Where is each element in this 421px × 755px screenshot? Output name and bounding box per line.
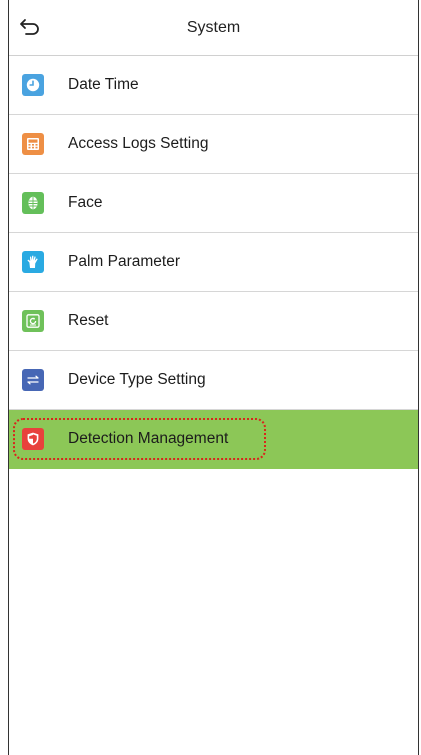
menu-item-palm-parameter[interactable]: Palm Parameter — [9, 233, 418, 292]
menu-item-date-time[interactable]: Date Time — [9, 56, 418, 115]
swap-arrows-icon — [22, 369, 44, 391]
header-bar: System — [9, 0, 418, 56]
screen: System Date Time Access Logs Setting Fac… — [8, 0, 419, 755]
back-arrow-icon — [20, 19, 39, 35]
palm-icon — [22, 251, 44, 273]
reset-icon — [22, 310, 44, 332]
back-button[interactable] — [17, 14, 43, 40]
shield-icon — [22, 428, 44, 450]
menu-item-label: Palm Parameter — [68, 253, 180, 270]
menu-item-access-logs-setting[interactable]: Access Logs Setting — [9, 115, 418, 174]
menu-item-label: Date Time — [68, 76, 139, 93]
menu-item-reset[interactable]: Reset — [9, 292, 418, 351]
menu-item-label: Reset — [68, 312, 109, 329]
menu-item-label: Access Logs Setting — [68, 135, 209, 152]
menu-item-label: Device Type Setting — [68, 371, 206, 388]
menu-item-label: Face — [68, 194, 103, 211]
face-icon — [22, 192, 44, 214]
page-title: System — [186, 18, 241, 36]
menu-item-device-type-setting[interactable]: Device Type Setting — [9, 351, 418, 410]
clock-icon — [22, 74, 44, 96]
menu-item-detection-management[interactable]: Detection Management — [9, 410, 418, 469]
menu-item-label: Detection Management — [68, 430, 229, 447]
system-menu-list: Date Time Access Logs Setting Face Palm … — [9, 56, 418, 469]
menu-item-face[interactable]: Face — [9, 174, 418, 233]
logs-icon — [22, 133, 44, 155]
